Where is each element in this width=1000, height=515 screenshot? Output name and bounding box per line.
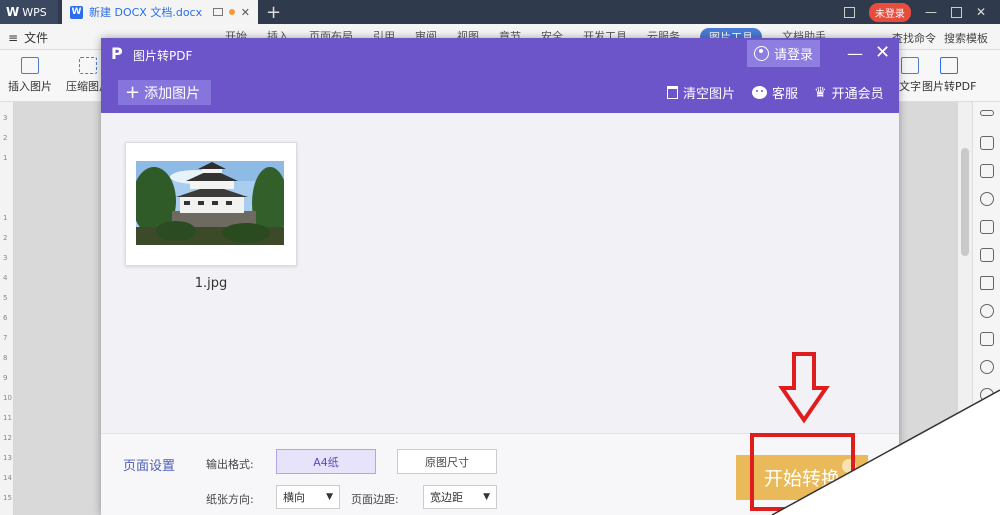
page-curl-overlay <box>771 389 1000 515</box>
